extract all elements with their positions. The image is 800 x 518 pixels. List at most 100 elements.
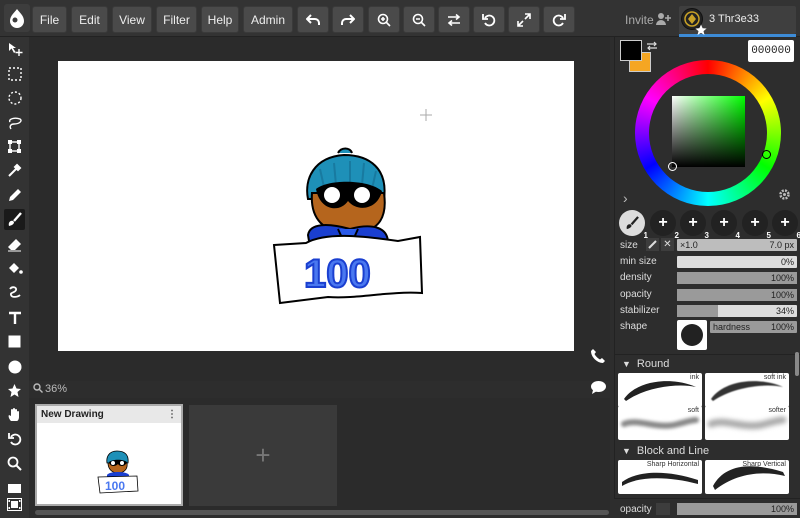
layer-opacity-slider[interactable]: 100% <box>677 503 797 515</box>
hardness-slider[interactable]: hardness 100% <box>710 321 797 333</box>
chat-icon[interactable] <box>590 380 607 400</box>
preset-sharp-horizontal-label: Sharp Horizontal <box>646 461 699 468</box>
preset-sharp-horizontal[interactable]: Sharp Horizontal <box>618 460 702 494</box>
size-label: size <box>620 240 638 251</box>
add-layer-button[interactable]: + <box>189 405 337 506</box>
filmstrip-icon[interactable] <box>4 494 25 515</box>
layer-card[interactable]: New Drawing ⋮ 100 <box>35 404 183 506</box>
zoom-value: 36% <box>45 383 68 395</box>
pen-pressure-icon[interactable] <box>646 238 659 251</box>
hardness-label: hardness <box>713 322 751 332</box>
preset-ink[interactable]: ink <box>618 373 702 407</box>
rotate-view-icon[interactable] <box>4 429 25 450</box>
drawing-canvas[interactable]: 100 <box>58 61 574 351</box>
eraser-icon[interactable] <box>4 234 25 255</box>
preset-group-block-line[interactable]: ▼ Block and Line <box>622 445 709 457</box>
gear-icon[interactable] <box>778 188 791 206</box>
color-picker-handle[interactable] <box>668 162 677 171</box>
ellipse-select-icon[interactable] <box>4 87 25 108</box>
stabilizer-slider[interactable]: 34% <box>677 305 797 317</box>
brush-slot-5[interactable]: +5 <box>742 210 771 240</box>
hex-color-input[interactable]: 000000 <box>748 40 794 62</box>
layer-name: New Drawing <box>41 409 104 420</box>
brush-slot-1[interactable]: 1 <box>619 210 648 240</box>
opacity-slider[interactable]: 100% <box>677 289 797 301</box>
ellipse-shape-icon[interactable] <box>4 356 25 377</box>
brush-slot-3[interactable]: +3 <box>680 210 709 240</box>
rect-select-icon[interactable] <box>4 63 25 84</box>
rotate-right-button[interactable] <box>543 6 575 33</box>
layer-opacity-value: 100% <box>770 504 794 514</box>
min-size-slider[interactable]: 0% <box>677 256 797 268</box>
rotate-left-button[interactable] <box>473 6 505 33</box>
hue-handle[interactable] <box>762 150 771 159</box>
preset-sharp-vertical-label: Sharp Vertical <box>742 461 786 468</box>
fill-bucket-icon[interactable] <box>4 258 25 279</box>
chevron-right-icon[interactable]: › <box>623 190 628 206</box>
blend-icon[interactable] <box>4 282 25 303</box>
text-tool-icon[interactable] <box>4 307 25 328</box>
vertical-scrollbar[interactable] <box>795 352 799 376</box>
thumbnail-text: 100 <box>105 479 125 493</box>
add-user-icon[interactable] <box>656 12 672 30</box>
search-icon <box>33 383 43 393</box>
shape-label: shape <box>620 321 648 332</box>
pen-icon[interactable] <box>4 185 25 206</box>
preset-sharp-vertical[interactable]: Sharp Vertical <box>705 460 789 494</box>
stabilizer-label: stabilizer <box>620 305 660 316</box>
move-tool-icon[interactable] <box>4 38 25 59</box>
brush-slot-6[interactable]: +6 <box>772 210 800 240</box>
zoom-tool-icon[interactable] <box>4 453 25 474</box>
redo-button[interactable] <box>332 6 364 33</box>
menu-help[interactable]: Help <box>201 6 239 33</box>
chevron-down-icon: ▼ <box>622 359 631 369</box>
app-logo-icon[interactable] <box>4 4 30 32</box>
horizontal-scrollbar[interactable] <box>35 510 609 515</box>
undo-button[interactable] <box>297 6 329 33</box>
brush-slot-4[interactable]: +4 <box>711 210 740 240</box>
lasso-icon[interactable] <box>4 112 25 133</box>
menu-filter[interactable]: Filter <box>156 6 197 33</box>
hand-pan-icon[interactable] <box>4 404 25 425</box>
layer-mode-icon[interactable] <box>656 503 670 515</box>
menu-admin[interactable]: Admin <box>243 6 293 33</box>
rectangle-shape-icon[interactable] <box>4 331 25 352</box>
more-vert-icon[interactable]: ⋮ <box>167 409 177 420</box>
transform-icon[interactable] <box>4 136 25 157</box>
drawing-artwork: 100 <box>272 109 432 305</box>
hardness-value: 100% <box>770 322 794 332</box>
preset-soft-ink[interactable]: soft ink <box>705 373 789 407</box>
primary-color-swatch[interactable] <box>620 40 642 61</box>
saturation-value-square[interactable] <box>672 96 745 167</box>
density-slider[interactable]: 100% <box>677 272 797 284</box>
chevron-down-icon: ▼ <box>622 446 631 456</box>
brush-shape-preview[interactable] <box>677 320 707 350</box>
brush-tool-icon[interactable] <box>4 209 25 230</box>
zoom-in-button[interactable] <box>368 6 400 33</box>
menu-edit[interactable]: Edit <box>71 6 108 33</box>
preset-group-round-label: Round <box>636 358 670 370</box>
redo-icon <box>341 13 355 25</box>
flip-button[interactable] <box>438 6 470 33</box>
opacity-value: 100% <box>770 290 794 300</box>
preset-softer[interactable]: softer <box>705 406 789 440</box>
preset-soft[interactable]: soft <box>618 406 702 440</box>
fit-screen-button[interactable] <box>508 6 540 33</box>
menu-file[interactable]: File <box>32 6 67 33</box>
polygon-shape-icon[interactable] <box>4 380 25 401</box>
menu-view[interactable]: View <box>112 6 152 33</box>
preset-soft-label: soft <box>687 407 699 414</box>
size-slider[interactable]: ×1.0 7.0 px <box>677 239 797 251</box>
user-chip[interactable]: 3 Thr3e33 <box>679 6 796 37</box>
preset-softer-label: softer <box>768 407 786 414</box>
brush-slot-2[interactable]: +2 <box>650 210 679 240</box>
swap-colors-icon[interactable] <box>646 38 658 56</box>
eyedropper-icon[interactable] <box>4 160 25 181</box>
cursor-crosshair-icon <box>420 109 432 121</box>
phone-icon[interactable] <box>590 348 606 369</box>
star-icon <box>695 24 707 35</box>
preset-group-round[interactable]: ▼ Round <box>622 358 669 370</box>
invite-link[interactable]: Invite <box>625 13 654 27</box>
close-icon[interactable]: ✕ <box>661 238 674 251</box>
zoom-out-button[interactable] <box>403 6 435 33</box>
